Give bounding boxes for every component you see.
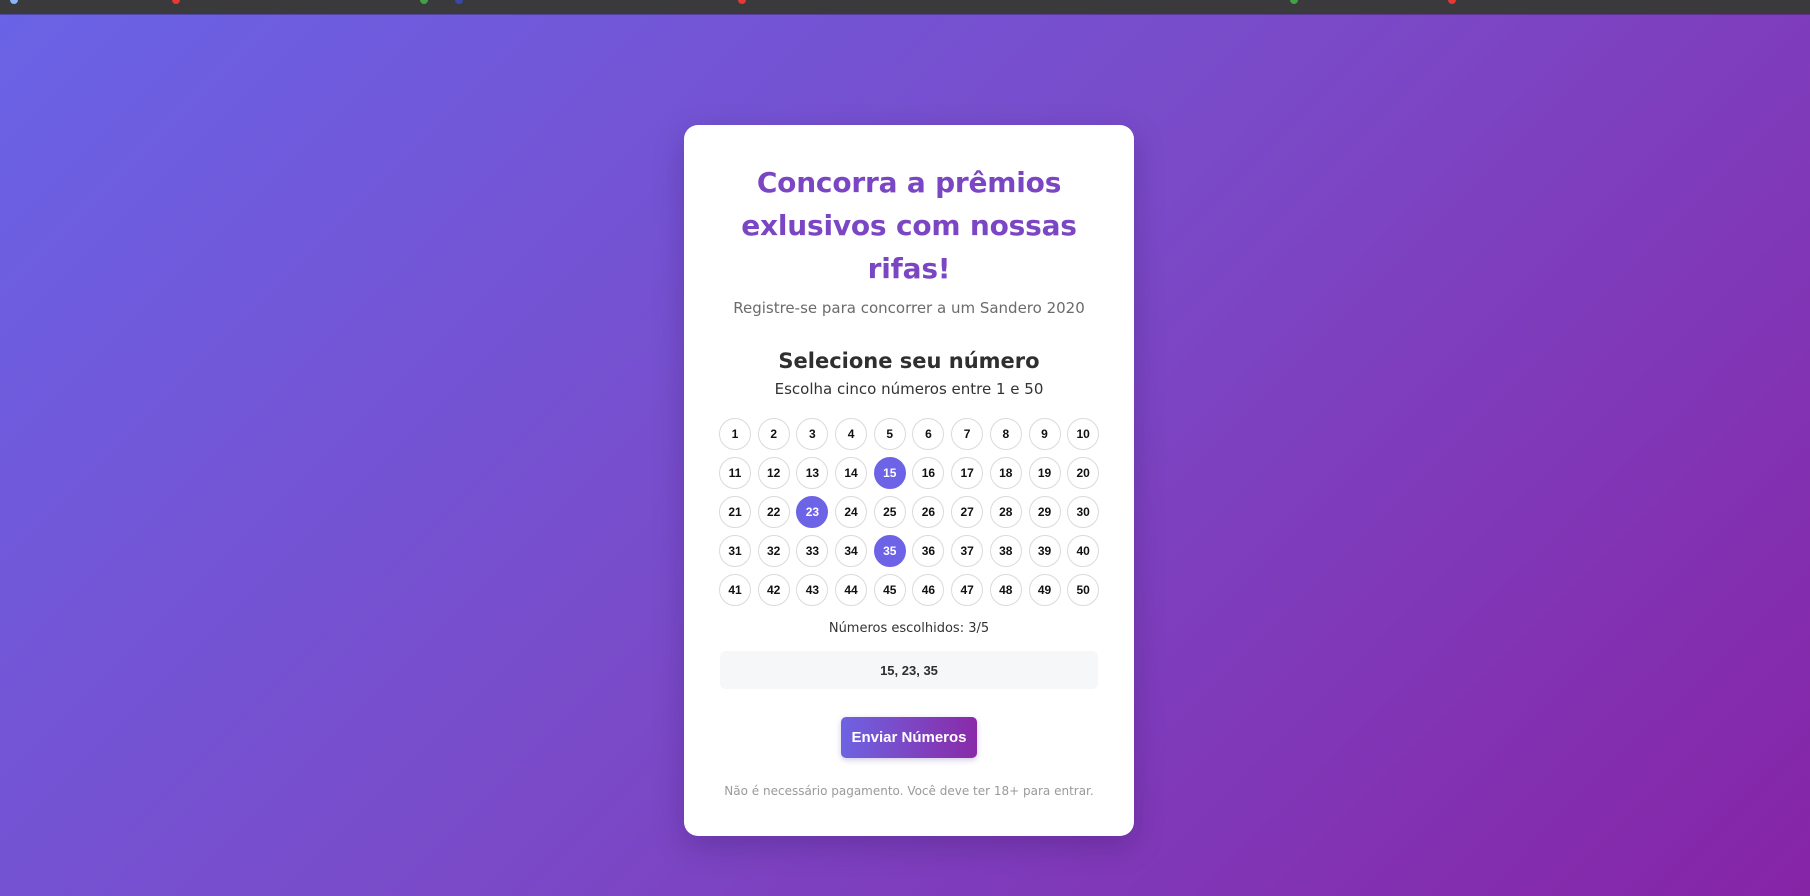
number-grid: 1 2 3 4 5 6 7 8 9 10 11 12 13 14 15 16 17 18 19 20 21 22 23 24 2… <box>719 418 1104 606</box>
page-title: Concorra a prêmios exlusivos com nossas … <box>741 166 1077 285</box>
toolbar-favicon <box>455 0 463 4</box>
number-option-40[interactable]: 40 <box>1067 535 1100 567</box>
number-option-3[interactable]: 3 <box>796 418 829 450</box>
number-option-37[interactable]: 37 <box>951 535 984 567</box>
picker-instructions: Escolha cinco números entre 1 e 50 <box>774 380 1044 398</box>
toolbar-favicon <box>738 0 746 4</box>
number-option-13[interactable]: 13 <box>796 457 829 489</box>
number-option-25[interactable]: 25 <box>873 496 906 528</box>
number-option-18[interactable]: 18 <box>989 457 1022 489</box>
number-option-36[interactable]: 36 <box>912 535 945 567</box>
number-option-11[interactable]: 11 <box>719 457 751 489</box>
legal-note: Não é necessário pagamento. Você deve te… <box>724 784 1094 798</box>
number-option-27[interactable]: 27 <box>951 496 984 528</box>
number-option-28[interactable]: 28 <box>989 496 1022 528</box>
number-option-14[interactable]: 14 <box>835 457 868 489</box>
toolbar-favicon <box>1448 0 1456 4</box>
number-option-5[interactable]: 5 <box>873 418 906 450</box>
number-option-47[interactable]: 47 <box>951 574 984 606</box>
number-option-32[interactable]: 32 <box>757 535 790 567</box>
browser-toolbar-strip <box>0 0 1810 14</box>
number-option-43[interactable]: 43 <box>796 574 829 606</box>
number-option-24[interactable]: 24 <box>835 496 868 528</box>
picker-title: Selecione seu número <box>778 349 1040 373</box>
toolbar-favicon <box>420 0 428 4</box>
toolbar-favicon <box>172 0 180 4</box>
number-option-6[interactable]: 6 <box>912 418 945 450</box>
number-option-15[interactable]: 15 <box>873 457 906 489</box>
number-option-34[interactable]: 34 <box>835 535 868 567</box>
number-option-23[interactable]: 23 <box>796 496 829 528</box>
number-option-26[interactable]: 26 <box>912 496 945 528</box>
number-option-44[interactable]: 44 <box>835 574 868 606</box>
number-option-2[interactable]: 2 <box>757 418 790 450</box>
chosen-numbers-display: 15, 23, 35 <box>720 651 1098 689</box>
number-option-17[interactable]: 17 <box>951 457 984 489</box>
number-option-12[interactable]: 12 <box>757 457 790 489</box>
number-option-22[interactable]: 22 <box>757 496 790 528</box>
selection-count: Números escolhidos: 3/5 <box>828 621 990 636</box>
number-option-19[interactable]: 19 <box>1028 457 1061 489</box>
number-option-4[interactable]: 4 <box>835 418 868 450</box>
number-option-9[interactable]: 9 <box>1028 418 1061 450</box>
number-option-39[interactable]: 39 <box>1028 535 1061 567</box>
number-option-41[interactable]: 41 <box>719 574 751 606</box>
number-option-46[interactable]: 46 <box>912 574 945 606</box>
number-option-16[interactable]: 16 <box>912 457 945 489</box>
toolbar-favicon <box>10 0 18 4</box>
toolbar-favicon <box>1290 0 1298 4</box>
number-option-30[interactable]: 30 <box>1067 496 1100 528</box>
number-option-1[interactable]: 1 <box>719 418 751 450</box>
number-option-45[interactable]: 45 <box>873 574 906 606</box>
number-option-42[interactable]: 42 <box>757 574 790 606</box>
number-option-49[interactable]: 49 <box>1028 574 1061 606</box>
page-subtitle: Registre-se para concorrer a um Sandero … <box>733 299 1085 317</box>
number-option-38[interactable]: 38 <box>989 535 1022 567</box>
number-option-29[interactable]: 29 <box>1028 496 1061 528</box>
number-option-33[interactable]: 33 <box>796 535 829 567</box>
number-option-48[interactable]: 48 <box>989 574 1022 606</box>
raffle-card: Concorra a prêmios exlusivos com nossas … <box>684 125 1134 836</box>
number-option-20[interactable]: 20 <box>1067 457 1100 489</box>
number-option-7[interactable]: 7 <box>951 418 984 450</box>
number-option-31[interactable]: 31 <box>719 535 751 567</box>
number-option-50[interactable]: 50 <box>1067 574 1100 606</box>
submit-numbers-button[interactable]: Enviar Números <box>841 717 977 758</box>
number-option-8[interactable]: 8 <box>989 418 1022 450</box>
number-option-10[interactable]: 10 <box>1067 418 1100 450</box>
number-option-35[interactable]: 35 <box>873 535 906 567</box>
number-option-21[interactable]: 21 <box>719 496 751 528</box>
